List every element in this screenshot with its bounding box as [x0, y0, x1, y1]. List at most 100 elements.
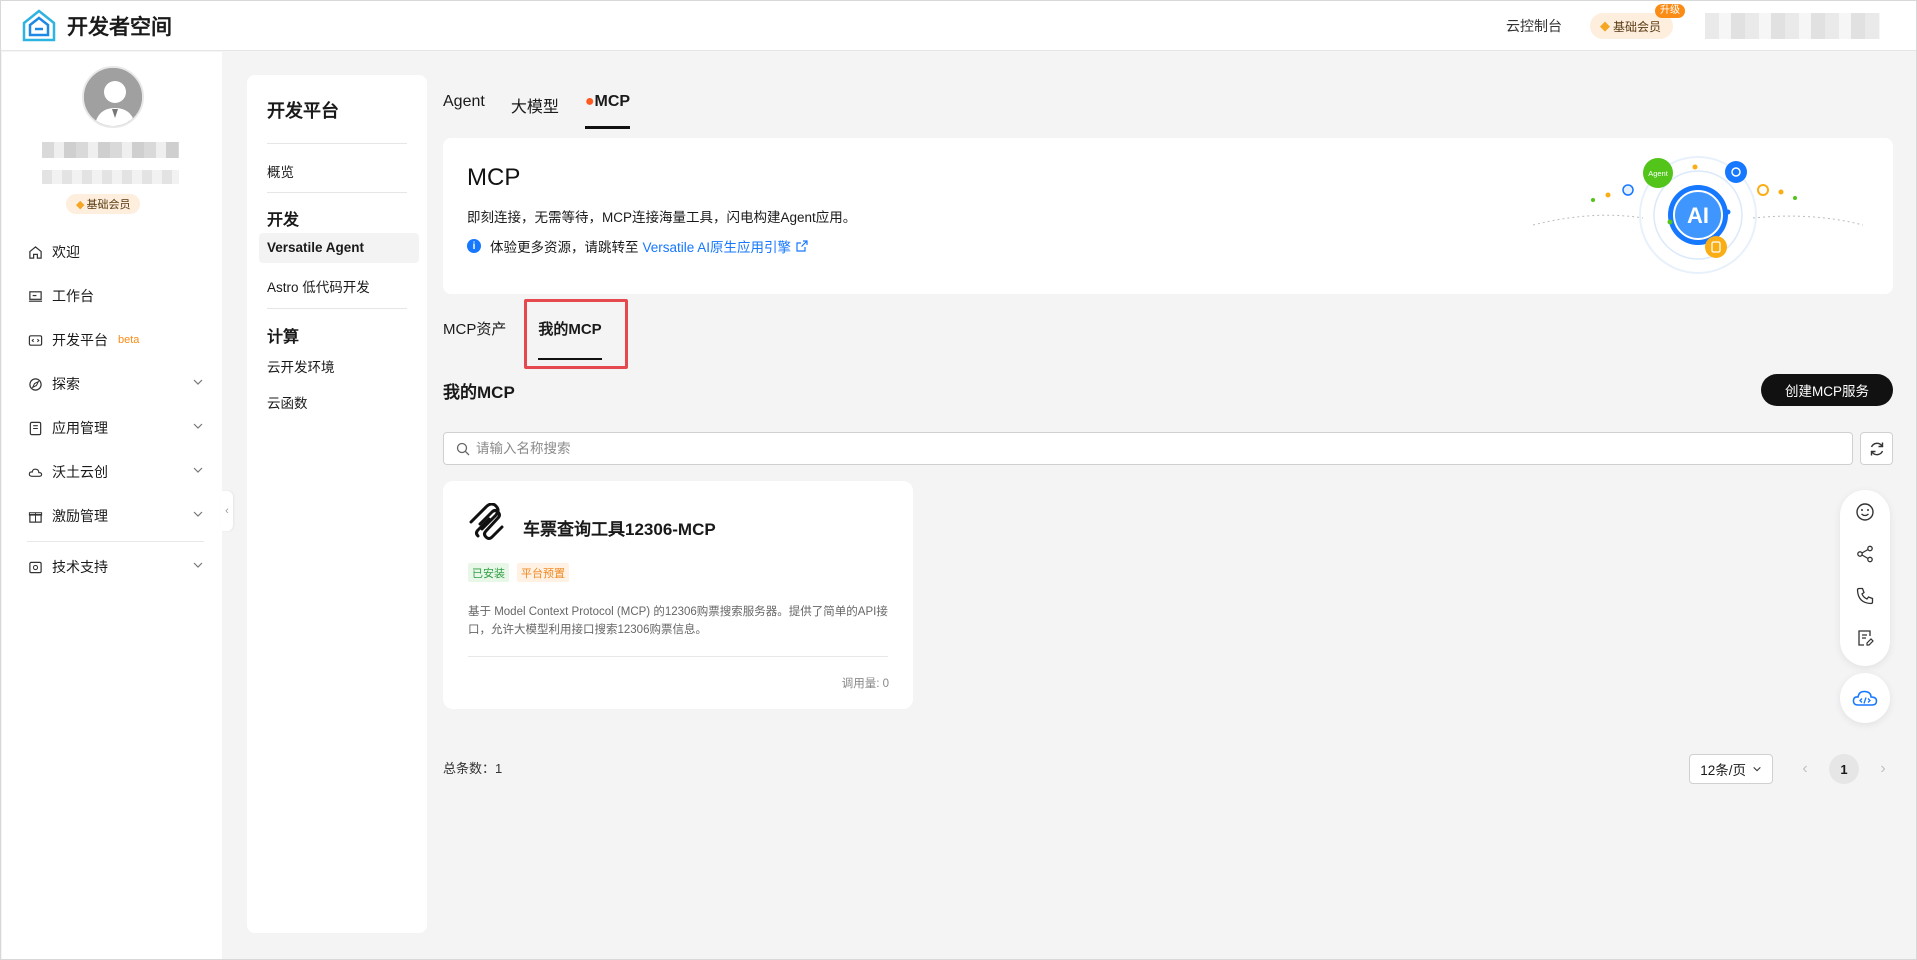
sidebar-item-workbench[interactable]: 工作台 — [2, 274, 222, 318]
user-id-blurred — [42, 170, 179, 184]
chevron-down-icon — [193, 467, 203, 473]
mcp-logo-icon — [469, 503, 504, 540]
beta-badge: beta — [118, 334, 140, 346]
app-icon — [27, 420, 43, 436]
sidebar-item-dev-platform[interactable]: 开发平台 beta — [2, 318, 222, 362]
diamond-icon: ◆ — [1599, 18, 1610, 33]
home-icon — [27, 244, 43, 260]
smile-icon — [1856, 503, 1874, 521]
create-mcp-button[interactable]: 创建MCP服务 — [1761, 374, 1893, 406]
highlight-box — [524, 299, 628, 369]
pagination: 12条/页 ‹ 1 › — [1689, 754, 1893, 784]
chevron-down-icon — [193, 379, 203, 385]
console-link[interactable]: 云控制台 — [1506, 16, 1562, 36]
document-button[interactable] — [1854, 628, 1876, 648]
avatar[interactable] — [82, 66, 144, 128]
banner-info-text: 体验更多资源，请跳转至 — [490, 240, 639, 255]
versatile-link[interactable]: Versatile AI原生应用引擎 — [643, 236, 792, 256]
member-badge: ◆ 基础会员 — [66, 194, 141, 214]
divider — [267, 192, 407, 193]
gift-icon — [27, 508, 43, 524]
tab-llm[interactable]: 大模型 — [511, 75, 559, 129]
refresh-icon — [1870, 442, 1883, 455]
submenu: 开发平台 概览 开发 Versatile Agent Astro 低代码开发 计… — [247, 75, 427, 933]
divider — [267, 308, 407, 309]
prev-page-button[interactable]: ‹ — [1795, 760, 1815, 778]
phone-button[interactable] — [1854, 586, 1876, 606]
code-icon — [27, 332, 43, 348]
ai-illustration: AI Agent — [1533, 156, 1863, 274]
external-link-icon[interactable] — [796, 240, 808, 252]
sidebar-item-label: 应用管理 — [52, 420, 108, 436]
submenu-item-cloud-functions[interactable]: 云函数 — [267, 392, 308, 412]
banner-title: MCP — [467, 164, 521, 191]
sidebar-item-label: 工作台 — [52, 288, 94, 304]
card-title[interactable]: 车票查询工具12306-MCP — [523, 515, 716, 540]
sidebar-item-app-management[interactable]: 应用管理 — [2, 406, 222, 450]
divider — [267, 143, 407, 144]
tab-mcp[interactable]: ●MCP — [584, 75, 631, 129]
total-count: 总条数：1 — [443, 761, 503, 776]
info-icon: i — [467, 239, 481, 253]
top-bar: 开发者空间 云控制台 ◆ 基础会员 升级 — [1, 1, 1916, 51]
sidebar-item-support[interactable]: 技术支持 — [2, 545, 222, 589]
compass-icon — [27, 376, 43, 392]
app-title: 开发者空间 — [67, 15, 172, 39]
ai-label: AI — [1687, 203, 1709, 228]
cloud-code-icon — [1852, 690, 1878, 706]
share-button[interactable] — [1854, 544, 1876, 564]
tab-agent[interactable]: Agent — [443, 75, 485, 129]
sidebar-item-explore[interactable]: 探索 — [2, 362, 222, 406]
search-box — [443, 432, 1853, 465]
mcp-card[interactable]: 车票查询工具12306-MCP 已安装 平台预置 基于 Model Contex… — [443, 481, 913, 709]
divider — [27, 541, 204, 542]
mcp-banner: MCP 即刻连接，无需等待，MCP连接海量工具，闪电构建Agent应用。 i 体… — [443, 138, 1893, 294]
feedback-button[interactable] — [1854, 502, 1876, 522]
sidebar-item-wotu[interactable]: 沃土云创 — [2, 450, 222, 494]
submenu-item-cloud-dev-env[interactable]: 云开发环境 — [267, 356, 335, 376]
chevron-left-icon: ‹ — [225, 505, 229, 517]
chevron-down-icon — [193, 562, 203, 568]
chevron-down-icon — [193, 511, 203, 517]
submenu-group-compute: 计算 — [267, 329, 300, 346]
search-input[interactable] — [476, 441, 1776, 456]
top-tabs: Agent 大模型 ●MCP — [443, 75, 656, 129]
next-page-button[interactable]: › — [1873, 760, 1893, 778]
submenu-item-overview[interactable]: 概览 — [267, 161, 294, 181]
section-title: 我的MCP — [443, 383, 515, 402]
sidebar-item-welcome[interactable]: 欢迎 — [2, 230, 222, 274]
phone-icon — [1856, 587, 1874, 605]
cloud-code-button[interactable] — [1840, 673, 1890, 723]
page-number[interactable]: 1 — [1829, 754, 1859, 784]
sidebar-collapse-button[interactable]: ‹ — [221, 491, 233, 531]
banner-description: 即刻连接，无需等待，MCP连接海量工具，闪电构建Agent应用。 — [467, 210, 857, 225]
user-name-blurred — [42, 142, 179, 158]
call-count: 调用量: 0 — [841, 678, 889, 690]
sidebar-item-label: 沃土云创 — [52, 464, 108, 480]
submenu-item-versatile-agent[interactable]: Versatile Agent — [267, 240, 364, 255]
divider — [468, 656, 888, 657]
monitor-icon — [27, 288, 43, 304]
chevron-down-icon — [1753, 766, 1761, 772]
tab-mcp-label: MCP — [594, 93, 631, 110]
tab-mcp-assets[interactable]: MCP资产 — [443, 318, 506, 362]
sidebar-item-label: 激励管理 — [52, 508, 108, 524]
chevron-down-icon — [193, 423, 203, 429]
document-edit-icon — [1858, 630, 1874, 646]
sidebar-item-label: 开发平台 — [52, 332, 108, 348]
sidebar-item-label: 欢迎 — [52, 244, 80, 260]
floating-toolbar — [1840, 490, 1890, 666]
submenu-group-dev: 开发 — [267, 212, 300, 229]
upgrade-badge[interactable]: 升级 — [1655, 4, 1685, 18]
sidebar: ◆ 基础会员 欢迎 工作台 开发平台 beta 探索 应用管理 沃土云创 激励管… — [2, 52, 222, 959]
sidebar-item-incentive[interactable]: 激励管理 — [2, 494, 222, 538]
page-size-label: 12条/页 — [1700, 763, 1746, 778]
member-pill[interactable]: ◆ 基础会员 升级 — [1589, 4, 1685, 39]
agent-label: Agent — [1648, 169, 1669, 178]
logo[interactable]: 开发者空间 — [21, 8, 172, 43]
logo-icon — [22, 8, 56, 41]
refresh-button[interactable] — [1860, 432, 1893, 465]
submenu-item-astro[interactable]: Astro 低代码开发 — [267, 276, 370, 296]
user-account-blurred[interactable] — [1705, 13, 1880, 39]
page-size-select[interactable]: 12条/页 — [1689, 754, 1773, 784]
